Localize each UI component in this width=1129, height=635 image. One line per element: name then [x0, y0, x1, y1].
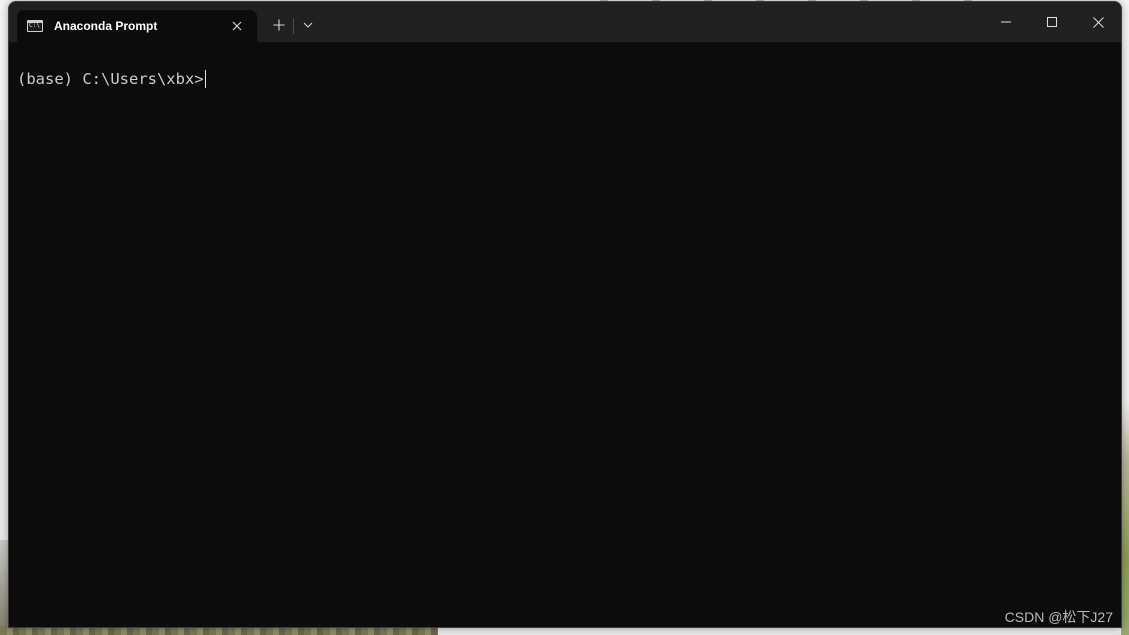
tab-dropdown-button[interactable]: [294, 12, 322, 38]
close-icon: [232, 21, 242, 31]
tab-anaconda-prompt[interactable]: C:\ Anaconda Prompt: [17, 10, 257, 42]
title-bar[interactable]: C:\ Anaconda Prompt: [9, 2, 1121, 42]
close-tab-button[interactable]: [227, 16, 247, 36]
terminal-output[interactable]: (base) C:\Users\xbx>: [9, 42, 1121, 627]
prompt-text: (base) C:\Users\xbx>: [17, 70, 204, 88]
minimize-icon: [1001, 21, 1011, 23]
terminal-window: C:\ Anaconda Prompt (base) C:\Users\xbx>: [8, 1, 1122, 628]
terminal-icon: C:\: [27, 20, 43, 32]
chevron-down-icon: [303, 22, 313, 28]
maximize-icon: [1047, 17, 1057, 27]
close-window-button[interactable]: [1075, 2, 1121, 42]
command-prompt-line[interactable]: (base) C:\Users\xbx>: [17, 68, 206, 90]
maximize-button[interactable]: [1029, 2, 1075, 42]
tab-title: Anaconda Prompt: [54, 19, 158, 33]
minimize-button[interactable]: [983, 2, 1029, 42]
new-tab-button[interactable]: [265, 12, 293, 38]
watermark-text: CSDN @松下J27: [1004, 609, 1113, 625]
text-cursor: [204, 70, 206, 88]
desktop-background-detail: [1121, 40, 1129, 635]
close-icon: [1092, 16, 1104, 28]
plus-icon: [273, 19, 285, 31]
